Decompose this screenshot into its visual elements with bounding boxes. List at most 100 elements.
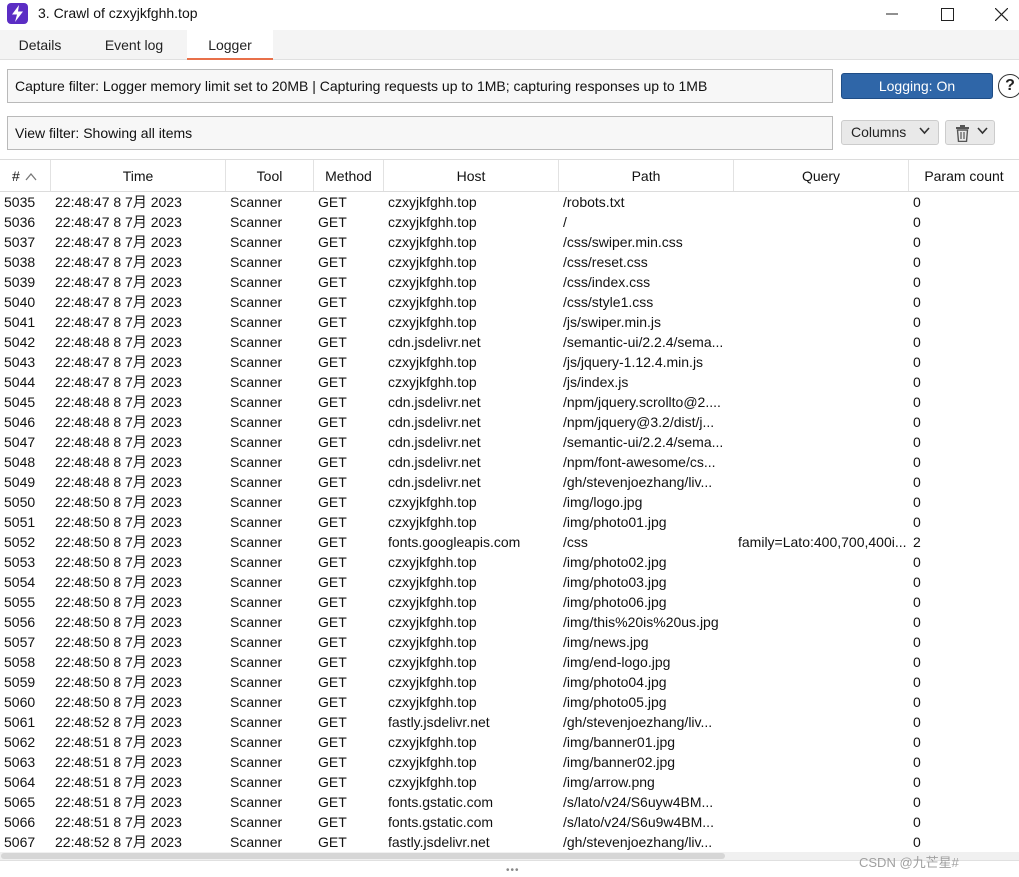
cell-query	[738, 352, 909, 372]
tab-details[interactable]: Details	[0, 30, 80, 60]
table-row[interactable]: 5061 22:48:52 8 7月 2023 Scanner GET fastly.j…	[0, 712, 1019, 732]
table-row[interactable]: 5037 22:48:47 8 7月 2023 Scanner GET czxyjkfg…	[0, 232, 1019, 252]
column-header-path[interactable]: Path	[559, 160, 734, 191]
table-row[interactable]: 5035 22:48:47 8 7月 2023 Scanner GET czxyjkfg…	[0, 192, 1019, 212]
table-row[interactable]: 5044 22:48:47 8 7月 2023 Scanner GET czxyjkfg…	[0, 372, 1019, 392]
table-row[interactable]: 5051 22:48:50 8 7月 2023 Scanner GET czxyjkfg…	[0, 512, 1019, 532]
cell-path: /css/index.css	[563, 274, 651, 290]
table-row[interactable]: 5040 22:48:47 8 7月 2023 Scanner GET czxyjkfg…	[0, 292, 1019, 312]
view-filter-bar[interactable]: View filter: Showing all items	[7, 116, 833, 150]
cell-method: GET	[318, 734, 347, 750]
column-header-tool[interactable]: Tool	[226, 160, 314, 191]
column-header-host[interactable]: Host	[384, 160, 559, 191]
cell-param-count: 0	[913, 254, 921, 270]
column-header-number[interactable]: #	[0, 160, 51, 191]
cell-number: 5036	[4, 214, 36, 230]
table-row[interactable]: 5039 22:48:47 8 7月 2023 Scanner GET czxyjkfg…	[0, 272, 1019, 292]
cell-number: 5046	[4, 414, 36, 430]
cell-query	[738, 192, 909, 212]
table-row[interactable]: 5058 22:48:50 8 7月 2023 Scanner GET czxyjkfg…	[0, 652, 1019, 672]
close-button[interactable]	[978, 0, 1019, 28]
cell-param-count: 0	[913, 494, 921, 510]
column-header-method[interactable]: Method	[314, 160, 384, 191]
maximize-button[interactable]	[924, 0, 970, 28]
table-row[interactable]: 5066 22:48:51 8 7月 2023 Scanner GET fonts.gs…	[0, 812, 1019, 832]
drag-handle-icon[interactable]: •••	[506, 865, 520, 876]
tab-bar: Details Event log Logger	[0, 30, 1019, 61]
logging-toggle-button[interactable]: Logging: On	[841, 73, 993, 99]
minimize-button[interactable]	[869, 0, 915, 28]
table-row[interactable]: 5062 22:48:51 8 7月 2023 Scanner GET czxyjkfg…	[0, 732, 1019, 752]
table-row[interactable]: 5064 22:48:51 8 7月 2023 Scanner GET czxyjkfg…	[0, 772, 1019, 792]
table-row[interactable]: 5042 22:48:48 8 7月 2023 Scanner GET cdn.jsde…	[0, 332, 1019, 352]
table-row[interactable]: 5056 22:48:50 8 7月 2023 Scanner GET czxyjkfg…	[0, 612, 1019, 632]
tab-logger[interactable]: Logger	[187, 30, 273, 61]
table-row[interactable]: 5036 22:48:47 8 7月 2023 Scanner GET czxyjkfg…	[0, 212, 1019, 232]
table-row[interactable]: 5049 22:48:48 8 7月 2023 Scanner GET cdn.jsde…	[0, 472, 1019, 492]
cell-path: /gh/stevenjoezhang/liv...	[563, 474, 713, 490]
cell-tool: Scanner	[230, 594, 283, 610]
cell-host: czxyjkfghh.top	[388, 654, 477, 670]
table-row[interactable]: 5050 22:48:50 8 7月 2023 Scanner GET czxyjkfg…	[0, 492, 1019, 512]
cell-time: 22:48:47 8 7月 2023	[55, 274, 182, 290]
help-icon[interactable]: ?	[998, 74, 1019, 98]
cell-host: fastly.jsdelivr.net	[388, 714, 490, 730]
cell-time: 22:48:48 8 7月 2023	[55, 414, 182, 430]
cell-host: cdn.jsdelivr.net	[388, 334, 481, 350]
table-row[interactable]: 5046 22:48:48 8 7月 2023 Scanner GET cdn.jsde…	[0, 412, 1019, 432]
cell-path: /npm/jquery.scrollto@2....	[563, 394, 721, 410]
cell-tool: Scanner	[230, 674, 283, 690]
cell-number: 5060	[4, 694, 36, 710]
cell-number: 5045	[4, 394, 36, 410]
table-row[interactable]: 5043 22:48:47 8 7月 2023 Scanner GET czxyjkfg…	[0, 352, 1019, 372]
cell-host: cdn.jsdelivr.net	[388, 434, 481, 450]
cell-number: 5054	[4, 574, 36, 590]
cell-param-count: 0	[913, 234, 921, 250]
cell-time: 22:48:48 8 7月 2023	[55, 334, 182, 350]
cell-host: cdn.jsdelivr.net	[388, 394, 481, 410]
cell-path: /js/index.js	[563, 374, 629, 390]
table-row[interactable]: 5063 22:48:51 8 7月 2023 Scanner GET czxyjkfg…	[0, 752, 1019, 772]
table-row[interactable]: 5059 22:48:50 8 7月 2023 Scanner GET czxyjkfg…	[0, 672, 1019, 692]
cell-host: czxyjkfghh.top	[388, 374, 477, 390]
column-header-time[interactable]: Time	[51, 160, 226, 191]
cell-host: czxyjkfghh.top	[388, 274, 477, 290]
table-row[interactable]: 5052 22:48:50 8 7月 2023 Scanner GET fonts.go…	[0, 532, 1019, 552]
cell-method: GET	[318, 314, 347, 330]
cell-param-count: 0	[913, 634, 921, 650]
table-row[interactable]: 5065 22:48:51 8 7月 2023 Scanner GET fonts.gs…	[0, 792, 1019, 812]
table-row[interactable]: 5048 22:48:48 8 7月 2023 Scanner GET cdn.jsde…	[0, 452, 1019, 472]
columns-button[interactable]: Columns	[841, 120, 939, 145]
cell-number: 5038	[4, 254, 36, 270]
table-row[interactable]: 5045 22:48:48 8 7月 2023 Scanner GET cdn.jsde…	[0, 392, 1019, 412]
tab-event-log[interactable]: Event log	[86, 30, 182, 60]
column-header-param-count[interactable]: Param count	[909, 160, 1019, 191]
table-row[interactable]: 5054 22:48:50 8 7月 2023 Scanner GET czxyjkfg…	[0, 572, 1019, 592]
table-row[interactable]: 5057 22:48:50 8 7月 2023 Scanner GET czxyjkfg…	[0, 632, 1019, 652]
cell-number: 5042	[4, 334, 36, 350]
cell-time: 22:48:50 8 7月 2023	[55, 634, 182, 650]
cell-query	[738, 612, 909, 632]
scrollbar-thumb[interactable]	[1, 853, 725, 859]
cell-method: GET	[318, 654, 347, 670]
table-row[interactable]: 5041 22:48:47 8 7月 2023 Scanner GET czxyjkfg…	[0, 312, 1019, 332]
cell-host: fonts.gstatic.com	[388, 794, 494, 810]
cell-number: 5043	[4, 354, 36, 370]
cell-tool: Scanner	[230, 294, 283, 310]
column-header-query[interactable]: Query	[734, 160, 909, 191]
cell-query	[738, 372, 909, 392]
table-row[interactable]: 5067 22:48:52 8 7月 2023 Scanner GET fastly.j…	[0, 832, 1019, 852]
cell-path: /img/logo.jpg	[563, 494, 643, 510]
table-row[interactable]: 5055 22:48:50 8 7月 2023 Scanner GET czxyjkfg…	[0, 592, 1019, 612]
sort-ascending-icon	[25, 173, 37, 181]
cell-number: 5044	[4, 374, 36, 390]
cell-method: GET	[318, 774, 347, 790]
table-row[interactable]: 5047 22:48:48 8 7月 2023 Scanner GET cdn.jsde…	[0, 432, 1019, 452]
table-row[interactable]: 5038 22:48:47 8 7月 2023 Scanner GET czxyjkfg…	[0, 252, 1019, 272]
clear-log-button[interactable]	[945, 120, 995, 145]
capture-filter-bar[interactable]: Capture filter: Logger memory limit set …	[7, 69, 833, 103]
table-row[interactable]: 5053 22:48:50 8 7月 2023 Scanner GET czxyjkfg…	[0, 552, 1019, 572]
cell-method: GET	[318, 814, 347, 830]
chevron-down-icon	[977, 127, 988, 135]
table-row[interactable]: 5060 22:48:50 8 7月 2023 Scanner GET czxyjkfg…	[0, 692, 1019, 712]
